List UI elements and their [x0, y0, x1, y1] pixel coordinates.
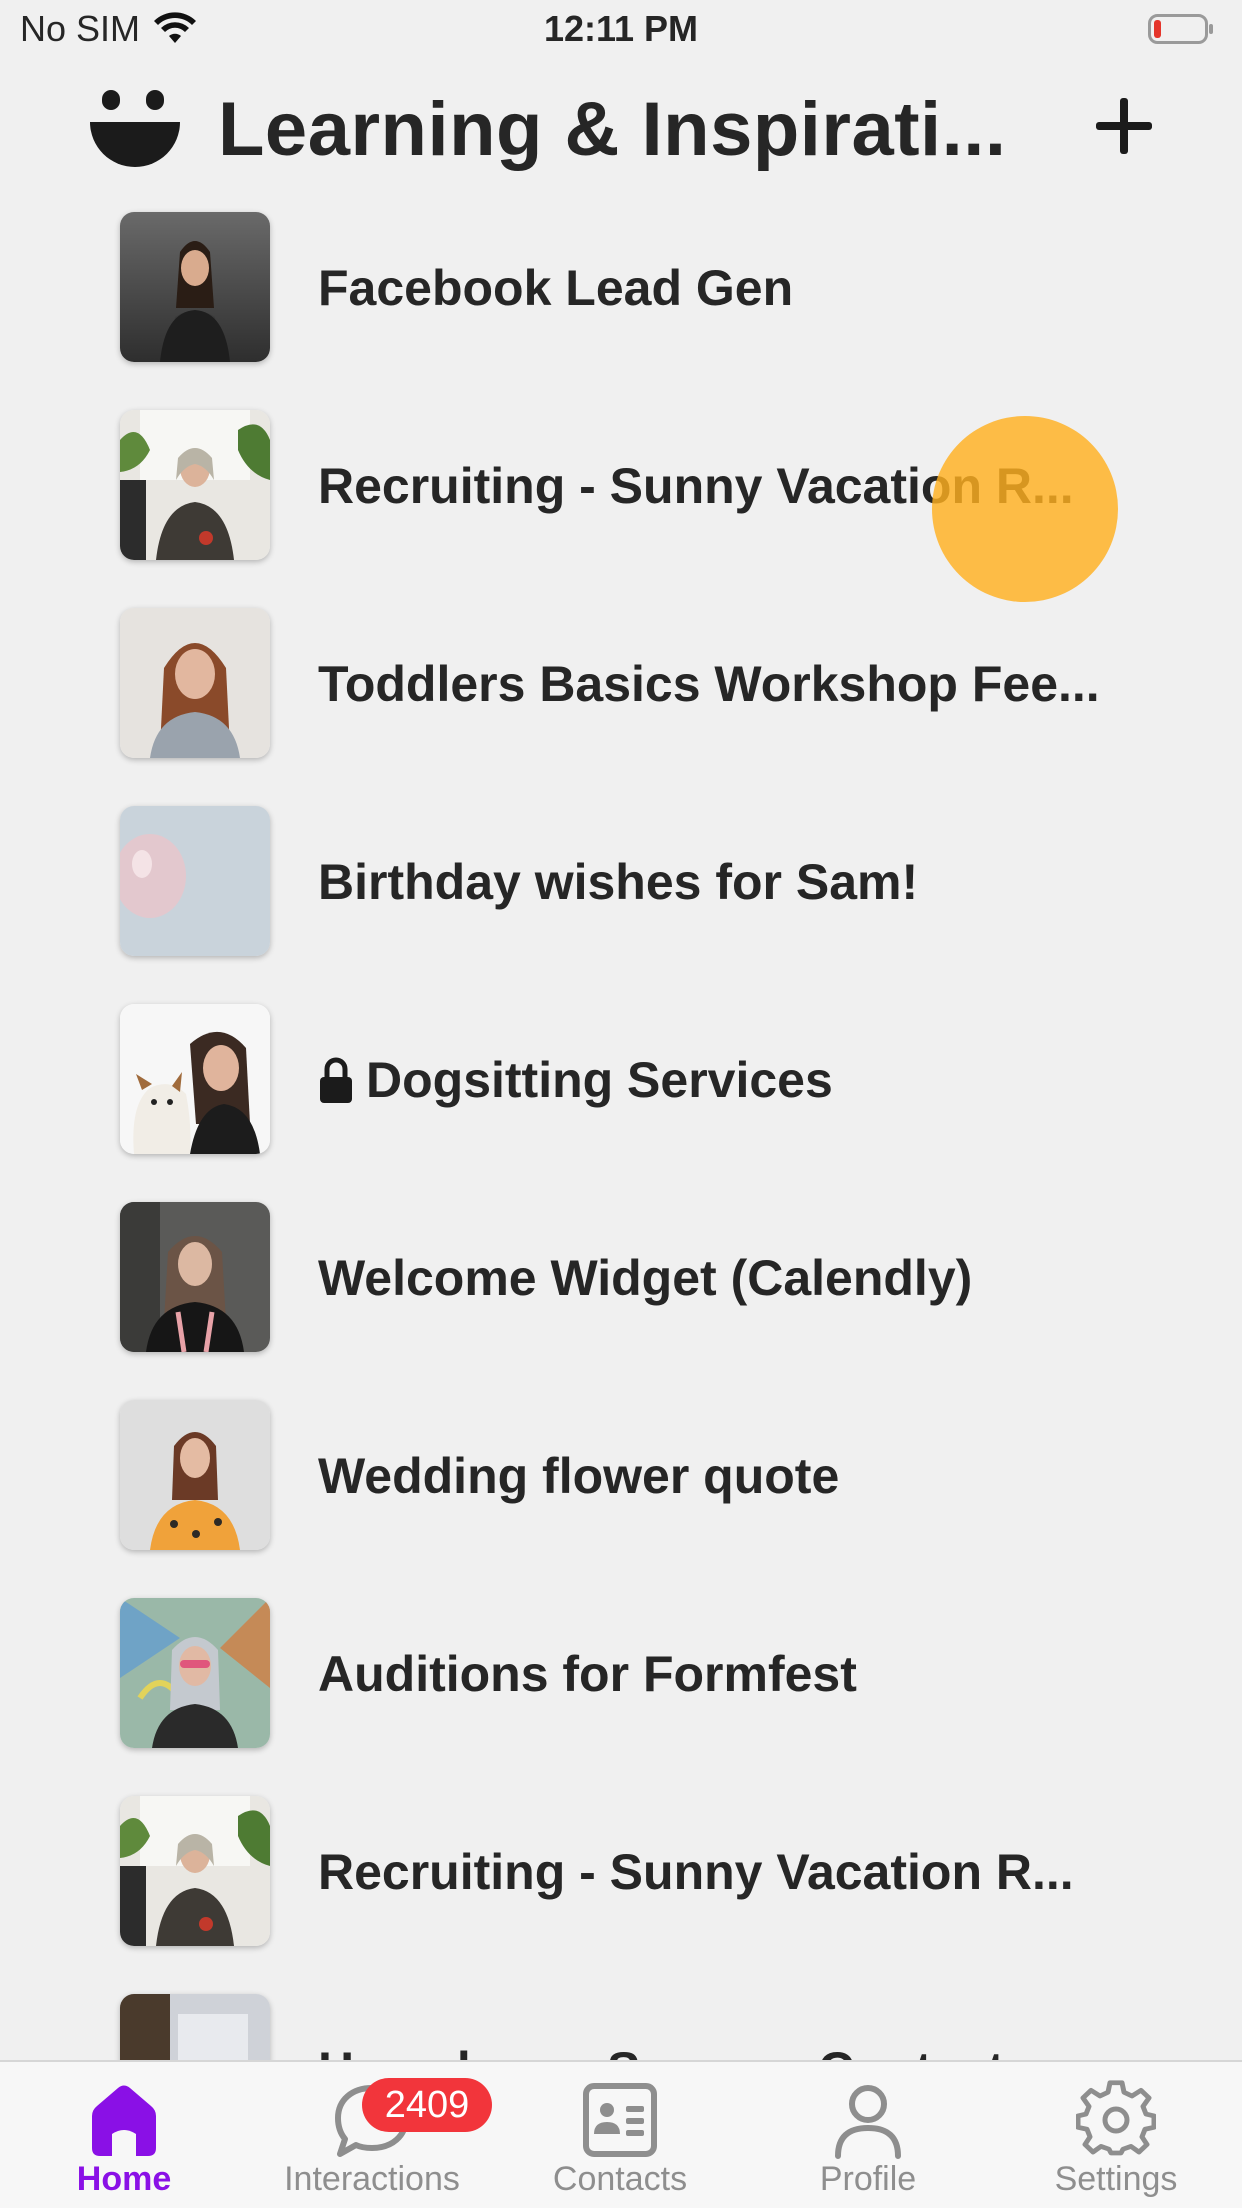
thumbnail-woman-dark-background	[120, 212, 270, 362]
list-item-label: Recruiting - Sunny Vacation R...	[318, 1844, 1074, 1900]
thumbnail-woman-with-dog	[120, 1004, 270, 1154]
list-item[interactable]: Dogsitting Services	[0, 990, 1242, 1188]
plus-icon[interactable]	[1092, 94, 1156, 158]
status-time: 12:11 PM	[543, 8, 699, 49]
battery-icon	[1148, 14, 1213, 44]
gear-icon	[1076, 2080, 1156, 2156]
list-item-label: Toddlers Basics Workshop Fee...	[318, 656, 1100, 712]
thumbnail-woman-with-plants	[120, 1796, 270, 1946]
interactions-badge: 2409	[362, 2078, 492, 2132]
thumbnail-woman-floral-dress	[120, 1400, 270, 1550]
app-screen: No SIM 12:11 PM Learning & Inspirati...	[0, 0, 1242, 2208]
tab-bar: Home Interactions Contacts Profile Setti…	[0, 2060, 1242, 2208]
home-icon	[92, 2085, 156, 2156]
tab-profile[interactable]: Profile	[744, 2062, 992, 2208]
page-title[interactable]: Learning & Inspirati...	[218, 80, 1018, 180]
list-item[interactable]: Auditions for Formfest	[0, 1584, 1242, 1782]
thumbnail-woman-long-hair	[120, 608, 270, 758]
thumbnail-woman-with-plants	[120, 410, 270, 560]
list-item-label: Auditions for Formfest	[318, 1646, 857, 1702]
list-item[interactable]: Wedding flower quote	[0, 1386, 1242, 1584]
contact-card-icon	[583, 2083, 657, 2157]
list-item-label: Dogsitting Services	[318, 1048, 1158, 1112]
list-item[interactable]: Toddlers Basics Workshop Fee...	[0, 594, 1242, 792]
list-item[interactable]: Homebuyer Survey - Contact	[0, 1980, 1242, 2060]
tab-label-profile: Profile	[819, 2160, 917, 2198]
list-item-label: Facebook Lead Gen	[318, 260, 794, 316]
lock-icon	[320, 1057, 352, 1103]
thumbnail-balloon	[120, 806, 270, 956]
smiley-logo-icon[interactable]	[88, 82, 184, 178]
tab-label-contacts: Contacts	[552, 2160, 688, 2198]
thumbnail-woman-black-shirt	[120, 1202, 270, 1352]
list-item[interactable]: Recruiting - Sunny Vacation R...	[0, 1782, 1242, 1980]
tab-label-settings: Settings	[1054, 2160, 1178, 2198]
list-item-label: Birthday wishes for Sam!	[318, 854, 919, 910]
list-item[interactable]: Recruiting - Sunny Vacation R...	[0, 396, 1242, 594]
tab-label-interactions: Interactions	[284, 2160, 460, 2198]
flow-list[interactable]: Facebook Lead Gen Recruiting - Sunny Vac…	[0, 198, 1242, 2060]
tab-home[interactable]: Home	[0, 2062, 248, 2208]
list-item-label: Recruiting - Sunny Vacation R...	[318, 458, 1074, 514]
thumbnail-woman-mural	[120, 1598, 270, 1748]
list-item-label: Welcome Widget (Calendly)	[318, 1250, 973, 1306]
person-icon	[835, 2085, 901, 2159]
status-bar: No SIM 12:11 PM	[0, 0, 1242, 62]
list-item[interactable]: Birthday wishes for Sam!	[0, 792, 1242, 990]
list-item-label: Wedding flower quote	[318, 1448, 840, 1504]
header: Learning & Inspirati...	[0, 70, 1242, 180]
list-item[interactable]: Facebook Lead Gen	[0, 198, 1242, 396]
tab-settings[interactable]: Settings	[992, 2062, 1240, 2208]
tab-label-home: Home	[76, 2160, 172, 2198]
list-item[interactable]: Welcome Widget (Calendly)	[0, 1188, 1242, 1386]
thumbnail-doorway	[120, 1994, 270, 2060]
list-item-label: Homebuyer Survey - Contact	[318, 2038, 1158, 2060]
tab-contacts[interactable]: Contacts	[496, 2062, 744, 2208]
